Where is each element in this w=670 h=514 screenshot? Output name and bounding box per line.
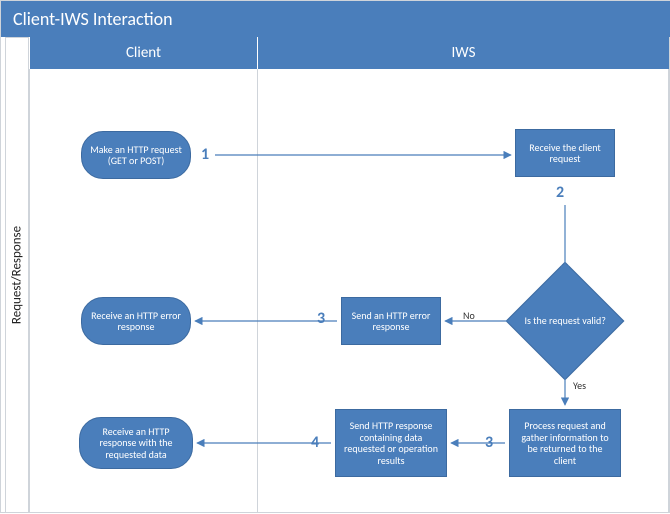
step-number-4: 4 bbox=[311, 433, 319, 452]
diagram-title: Client-IWS Interaction bbox=[1, 1, 670, 37]
step-number-1: 1 bbox=[201, 145, 209, 164]
lane-divider bbox=[257, 69, 258, 513]
node-send-error-response: Send an HTTP error response bbox=[341, 297, 441, 345]
step-number-3a: 3 bbox=[317, 309, 325, 328]
flowchart-canvas: Client-IWS Interaction Request/Response … bbox=[0, 0, 670, 513]
node-send-http-response: Send HTTP response containing data reque… bbox=[335, 409, 447, 477]
node-receive-client-request: Receive the client request bbox=[515, 129, 615, 177]
swimlane-title-container: Request/Response bbox=[5, 37, 29, 513]
node-receive-http-response: Receive an HTTP response with the reques… bbox=[79, 417, 193, 469]
column-header-iws: IWS bbox=[257, 37, 669, 69]
edge-label-no: No bbox=[463, 309, 475, 322]
step-number-2: 2 bbox=[556, 183, 564, 202]
node-make-http-request: Make an HTTP request (GET or POST) bbox=[81, 131, 191, 179]
node-receive-error-response: Receive an HTTP error response bbox=[81, 297, 191, 345]
edge-label-yes: Yes bbox=[573, 379, 586, 392]
node-process-request: Process request and gather information t… bbox=[509, 409, 621, 477]
node-decision-valid-label: Is the request valid? bbox=[524, 315, 606, 327]
column-header-client: Client bbox=[29, 37, 257, 69]
step-number-3b: 3 bbox=[485, 433, 493, 452]
swimlane-title: Request/Response bbox=[10, 226, 25, 324]
